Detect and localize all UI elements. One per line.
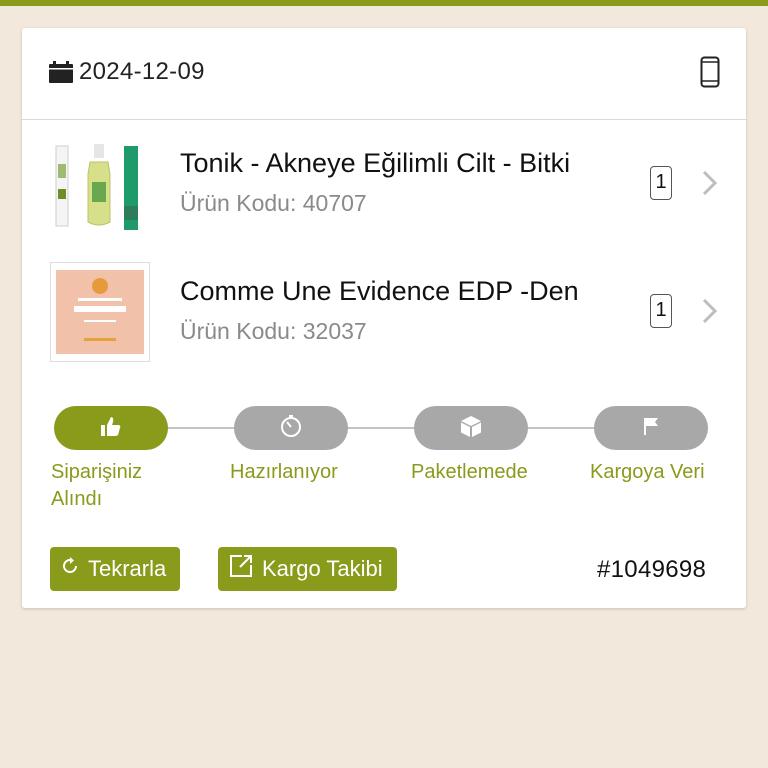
product-image-evidence	[50, 262, 150, 362]
repeat-order-label: Tekrarla	[88, 556, 167, 581]
product-code: Ürün Kodu: 32037	[180, 318, 367, 344]
step-preparing	[234, 406, 348, 450]
calendar-icon	[49, 61, 73, 83]
order-card: 2024-12-09 Tonik - Akneye Eğilimli Cilt …	[22, 28, 746, 608]
top-accent-bar	[0, 0, 768, 6]
repeat-order-button[interactable]: Tekrarla	[50, 547, 181, 591]
quantity-badge: 1	[650, 294, 672, 328]
order-header: 2024-12-09	[22, 28, 746, 120]
product-title: Tonik - Akneye Eğilimli Cilt - Bitki	[180, 148, 571, 178]
order-date: 2024-12-09	[49, 58, 205, 86]
step-label-ordered: Siparişiniz Alındı	[51, 459, 142, 513]
chevron-right-icon[interactable]	[700, 298, 720, 329]
cargo-tracking-label: Kargo Takibi	[262, 556, 383, 581]
order-item[interactable]: Comme Une Evidence EDP -Den Ürün Kodu: 3…	[22, 256, 746, 366]
product-image-tonik	[50, 134, 150, 234]
step-label-ordered-text: Siparişiniz Alındı	[51, 461, 143, 510]
product-title: Comme Une Evidence EDP -Den	[180, 276, 579, 306]
box-icon	[459, 414, 483, 443]
product-code: Ürün Kodu: 40707	[180, 190, 367, 216]
mobile-phone-icon	[700, 56, 720, 93]
timer-icon	[279, 414, 303, 443]
chevron-right-icon[interactable]	[700, 170, 720, 201]
cargo-tracking-button[interactable]: Kargo Takibi	[218, 547, 397, 591]
refresh-icon	[60, 556, 88, 582]
step-packaging	[414, 406, 528, 450]
order-date-text: 2024-12-09	[79, 58, 205, 85]
order-number: #1049698	[597, 556, 707, 583]
step-shipping	[594, 406, 708, 450]
external-link-icon	[228, 553, 262, 585]
step-label-preparing: Hazırlanıyor	[230, 461, 338, 483]
flag-icon	[642, 416, 660, 441]
step-label-packaging: Paketlemede	[411, 461, 528, 483]
quantity-badge: 1	[650, 166, 672, 200]
order-item[interactable]: Tonik - Akneye Eğilimli Cilt - Bitki Ürü…	[22, 128, 746, 238]
step-label-shipping: Kargoya Veri	[590, 461, 705, 483]
thumbs-up-icon	[100, 415, 122, 442]
step-ordered	[54, 406, 168, 450]
